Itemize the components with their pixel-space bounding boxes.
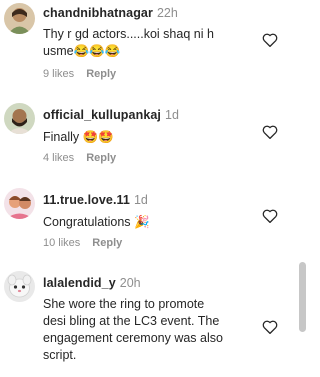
- likes-count[interactable]: 4 likes: [43, 152, 74, 164]
- scrollbar-thumb[interactable]: [299, 262, 306, 332]
- comment-time: 1d: [165, 108, 179, 122]
- likes-count[interactable]: 10 likes: [43, 237, 80, 249]
- comment-time: 1d: [133, 193, 148, 207]
- comment-username[interactable]: chandnibhatnagar: [43, 6, 153, 20]
- comment-time: 20h: [119, 276, 141, 290]
- reply-button[interactable]: Reply: [86, 68, 116, 80]
- avatar[interactable]: [4, 271, 35, 302]
- heart-outline-icon[interactable]: [261, 31, 279, 49]
- reply-button[interactable]: Reply: [92, 237, 122, 249]
- comment-time: 22h: [156, 6, 178, 20]
- comment-text: Thy r gd actors.....koi shaq ni h usme😂😂…: [43, 27, 214, 58]
- reply-button[interactable]: Reply: [86, 152, 116, 164]
- comment-username[interactable]: 11.true.love.11: [43, 193, 130, 207]
- heart-outline-icon[interactable]: [261, 207, 279, 225]
- comment-text: Finally 🤩🤩: [43, 130, 114, 144]
- comment-text: She wore the ring to promote desi bling …: [43, 297, 223, 362]
- avatar[interactable]: [4, 103, 35, 134]
- likes-count[interactable]: 9 likes: [43, 68, 74, 80]
- avatar[interactable]: [4, 188, 35, 219]
- comment-username[interactable]: official_kullupankaj: [43, 108, 161, 122]
- heart-outline-icon[interactable]: [261, 318, 279, 336]
- heart-outline-icon[interactable]: [261, 123, 279, 141]
- comment-text: Congratulations 🎉: [43, 215, 150, 229]
- avatar[interactable]: [4, 3, 35, 34]
- comment-username[interactable]: lalalendid_y: [43, 276, 116, 290]
